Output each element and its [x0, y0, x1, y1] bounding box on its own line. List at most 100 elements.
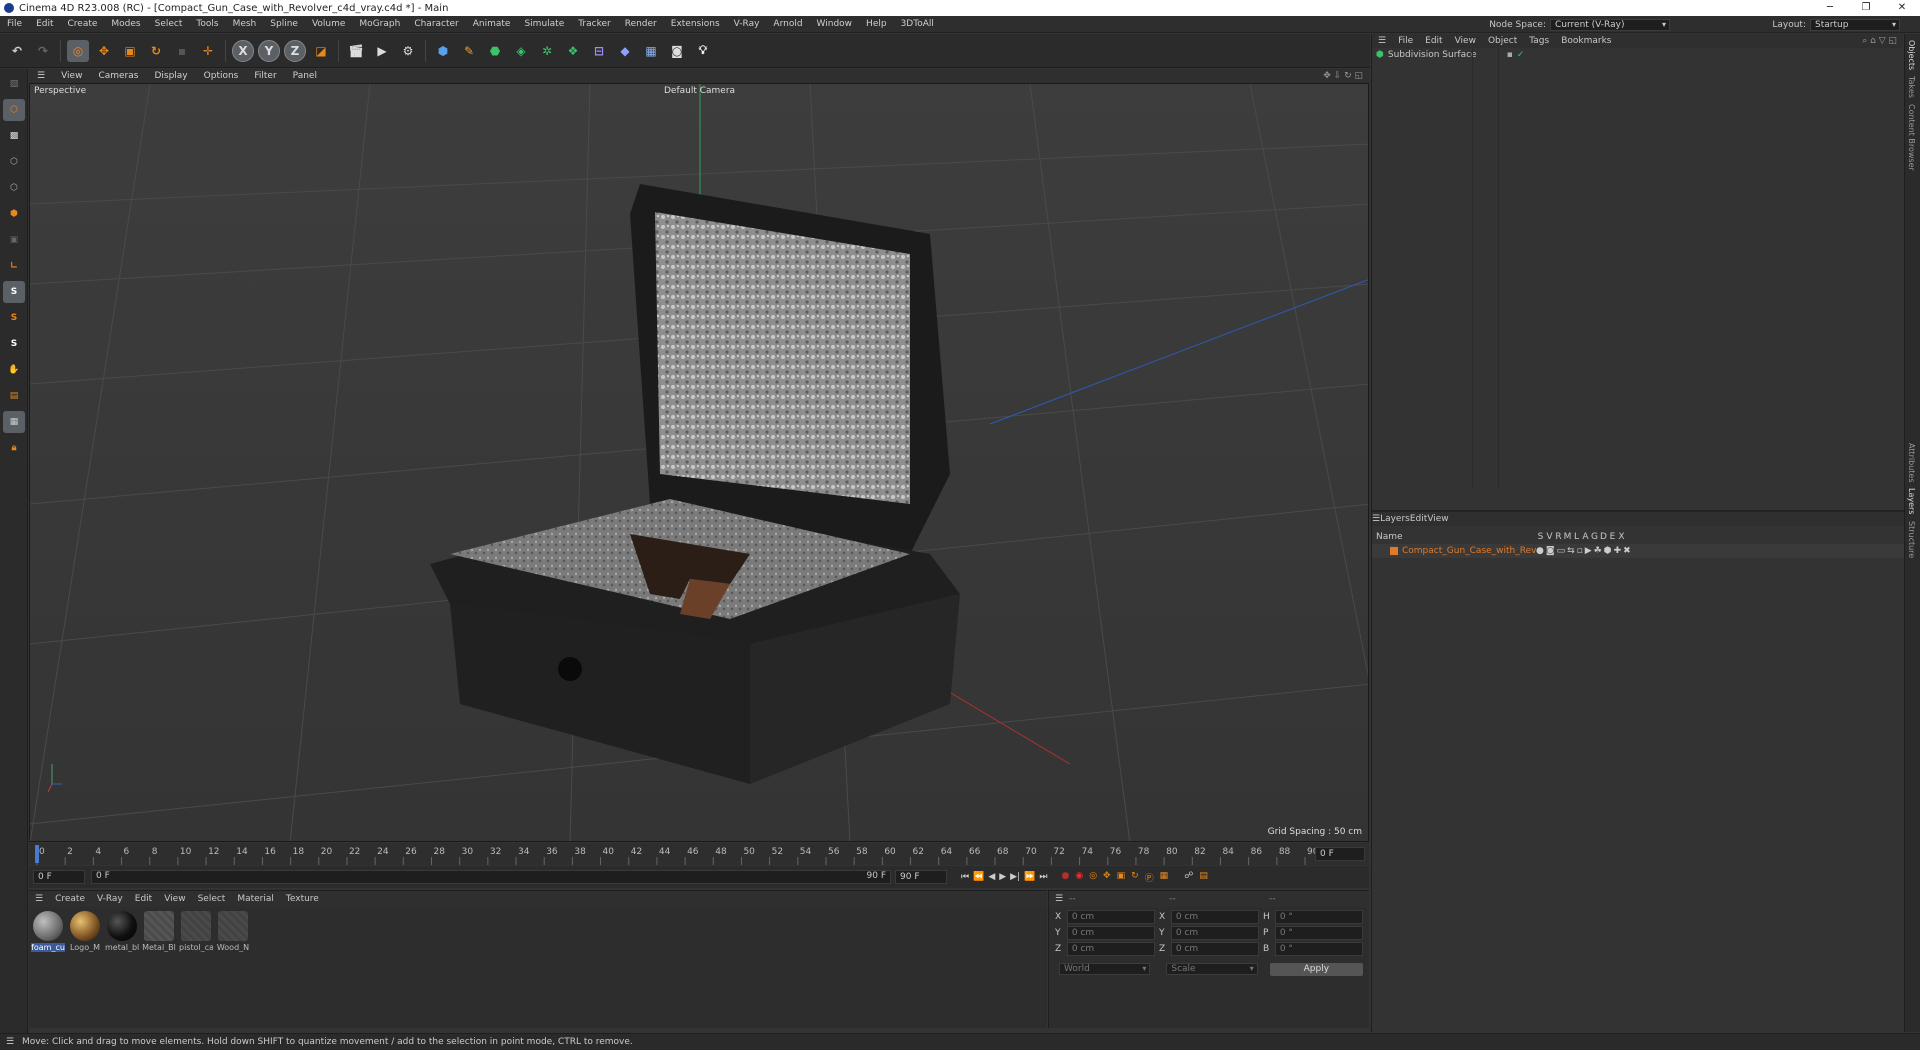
- coordinate-system-icon[interactable]: ◪: [310, 40, 332, 62]
- menu-modes[interactable]: Modes: [104, 19, 147, 29]
- tab-attributes[interactable]: Attributes: [1907, 443, 1916, 483]
- mat-menu-edit[interactable]: Edit: [129, 894, 158, 904]
- object-manager-tools-icons[interactable]: ⌕ ⌂ ▽ ◱: [1862, 36, 1903, 46]
- node-space-dropdown[interactable]: Current (V-Ray): [1550, 18, 1670, 31]
- scale-key-icon[interactable]: ▣: [1117, 871, 1126, 884]
- layer-row[interactable]: Compact_Gun_Case_with_Revolver ●◙▭⇆▫▶☘⬢✚…: [1372, 544, 1904, 558]
- go-start-icon[interactable]: ⏮: [961, 872, 969, 882]
- make-editable-icon[interactable]: ▧: [3, 73, 25, 95]
- obj-menu-view[interactable]: View: [1449, 36, 1482, 46]
- menu-vray[interactable]: V-Ray: [727, 19, 767, 29]
- mat-menu-create[interactable]: Create: [49, 894, 91, 904]
- parameter-key-icon[interactable]: Ⓟ: [1145, 871, 1154, 884]
- tab-content-browser[interactable]: Content Browser: [1907, 104, 1916, 171]
- deformer-icon[interactable]: ⊟: [588, 40, 610, 62]
- polygons-mode-icon[interactable]: ⬢: [3, 203, 25, 225]
- menu-tools[interactable]: Tools: [189, 19, 225, 29]
- model-mode-icon[interactable]: ⬡: [3, 99, 25, 121]
- live-selection-icon[interactable]: ◎: [67, 39, 89, 62]
- layout-dropdown[interactable]: Startup: [1810, 18, 1900, 31]
- position-key-icon[interactable]: ✥: [1103, 871, 1111, 884]
- pen-icon[interactable]: ✎: [458, 40, 480, 62]
- hamburger-icon[interactable]: ☰: [29, 894, 49, 904]
- mat-menu-select[interactable]: Select: [192, 894, 232, 904]
- menu-mesh[interactable]: Mesh: [226, 19, 264, 29]
- mat-menu-material[interactable]: Material: [231, 894, 280, 904]
- rotation-key-icon[interactable]: ↻: [1131, 871, 1139, 884]
- hamburger-icon[interactable]: ☰: [6, 1037, 14, 1047]
- next-key-icon[interactable]: ⏩: [1024, 872, 1035, 882]
- go-end-icon[interactable]: ⏭: [1039, 872, 1047, 882]
- restore-icon[interactable]: ❐: [1848, 0, 1884, 16]
- undo-icon[interactable]: ↶: [6, 40, 28, 62]
- camera-icon[interactable]: ◙: [666, 40, 688, 62]
- rot-h-field[interactable]: 0 °: [1274, 910, 1363, 924]
- z-axis-icon[interactable]: Z: [284, 39, 306, 62]
- rot-p-field[interactable]: 0 °: [1274, 926, 1363, 940]
- lock-icon[interactable]: 🔒︎: [3, 437, 25, 459]
- prev-key-icon[interactable]: ⏪: [973, 872, 984, 882]
- pla-key-icon[interactable]: ▦: [1160, 871, 1169, 884]
- pos-y-field[interactable]: 0 cm: [1066, 926, 1155, 940]
- cube-icon[interactable]: ⬢: [432, 40, 454, 62]
- menu-extensions[interactable]: Extensions: [664, 19, 727, 29]
- tab-takes[interactable]: Takes: [1907, 76, 1916, 98]
- tab-objects[interactable]: Objects: [1907, 40, 1916, 70]
- uv-mode-icon[interactable]: ▣: [3, 229, 25, 251]
- menu-3dtoall[interactable]: 3DToAll: [894, 19, 941, 29]
- subdivision-icon[interactable]: ⬣: [484, 40, 506, 62]
- viewport-menu-panel[interactable]: Panel: [285, 71, 325, 81]
- menu-window[interactable]: Window: [810, 19, 860, 29]
- size-y-field[interactable]: 0 cm: [1170, 926, 1259, 940]
- timeline-ruler[interactable]: 0 2 4 6 8 10 12 14 16 18 20 22 24 26 28 30 32 34 36 38 40 42 4…: [29, 843, 1369, 865]
- timeline-window-icon[interactable]: ▤: [1199, 871, 1208, 884]
- render-settings-icon[interactable]: ⚙: [397, 40, 419, 62]
- quantize-icon[interactable]: S: [3, 333, 25, 355]
- world-dropdown[interactable]: World: [1059, 963, 1151, 975]
- snap-icon[interactable]: S: [3, 281, 25, 303]
- pos-x-field[interactable]: 0 cm: [1066, 910, 1155, 924]
- redo-icon[interactable]: ↷: [32, 40, 54, 62]
- menu-character[interactable]: Character: [407, 19, 465, 29]
- autokey-icon[interactable]: ◉: [1075, 871, 1083, 884]
- material-item[interactable]: metal_bl: [105, 911, 139, 952]
- menu-volume[interactable]: Volume: [305, 19, 352, 29]
- menu-tracker[interactable]: Tracker: [571, 19, 617, 29]
- menu-render[interactable]: Render: [618, 19, 664, 29]
- record-icon[interactable]: ●: [1061, 871, 1069, 884]
- hamburger-icon[interactable]: ☰: [1049, 894, 1069, 904]
- tab-layers[interactable]: Layers: [1907, 488, 1916, 514]
- menu-select[interactable]: Select: [148, 19, 190, 29]
- next-frame-icon[interactable]: ▶|: [1010, 872, 1020, 882]
- menu-spline[interactable]: Spline: [263, 19, 305, 29]
- floor-icon[interactable]: ▦: [640, 40, 662, 62]
- light-icon[interactable]: 💡︎: [692, 40, 714, 62]
- size-z-field[interactable]: 0 cm: [1170, 942, 1259, 956]
- size-x-field[interactable]: 0 cm: [1170, 910, 1259, 924]
- mat-menu-view[interactable]: View: [158, 894, 191, 904]
- mat-menu-vray[interactable]: V-Ray: [91, 894, 129, 904]
- camera-label[interactable]: Default Camera: [664, 86, 735, 96]
- soft-snap-icon[interactable]: S: [3, 307, 25, 329]
- viewport-menu-filter[interactable]: Filter: [246, 71, 284, 81]
- add-object-icon[interactable]: ✛: [197, 40, 219, 62]
- playhead[interactable]: [35, 845, 39, 863]
- mograph-icon[interactable]: ❖: [562, 40, 584, 62]
- hamburger-icon[interactable]: ☰: [1372, 514, 1380, 524]
- viewport-menu-options[interactable]: Options: [196, 71, 247, 81]
- field-icon[interactable]: ◆: [614, 40, 636, 62]
- layer-menu-view[interactable]: View: [1427, 514, 1448, 524]
- close-icon[interactable]: ✕: [1884, 0, 1920, 16]
- pos-z-field[interactable]: 0 cm: [1066, 942, 1155, 956]
- menu-file[interactable]: File: [0, 19, 29, 29]
- rotate-icon[interactable]: ↻: [145, 40, 167, 62]
- viewport-menu-view[interactable]: View: [53, 71, 90, 81]
- menu-create[interactable]: Create: [61, 19, 105, 29]
- rot-b-field[interactable]: 0 °: [1274, 942, 1363, 956]
- material-item[interactable]: Metal_Bl: [142, 911, 176, 952]
- viewport-menu-cameras[interactable]: Cameras: [90, 71, 146, 81]
- x-axis-icon[interactable]: X: [232, 39, 254, 62]
- obj-menu-edit[interactable]: Edit: [1419, 36, 1448, 46]
- menu-arnold[interactable]: Arnold: [766, 19, 809, 29]
- texture-mode-icon[interactable]: ▩: [3, 125, 25, 147]
